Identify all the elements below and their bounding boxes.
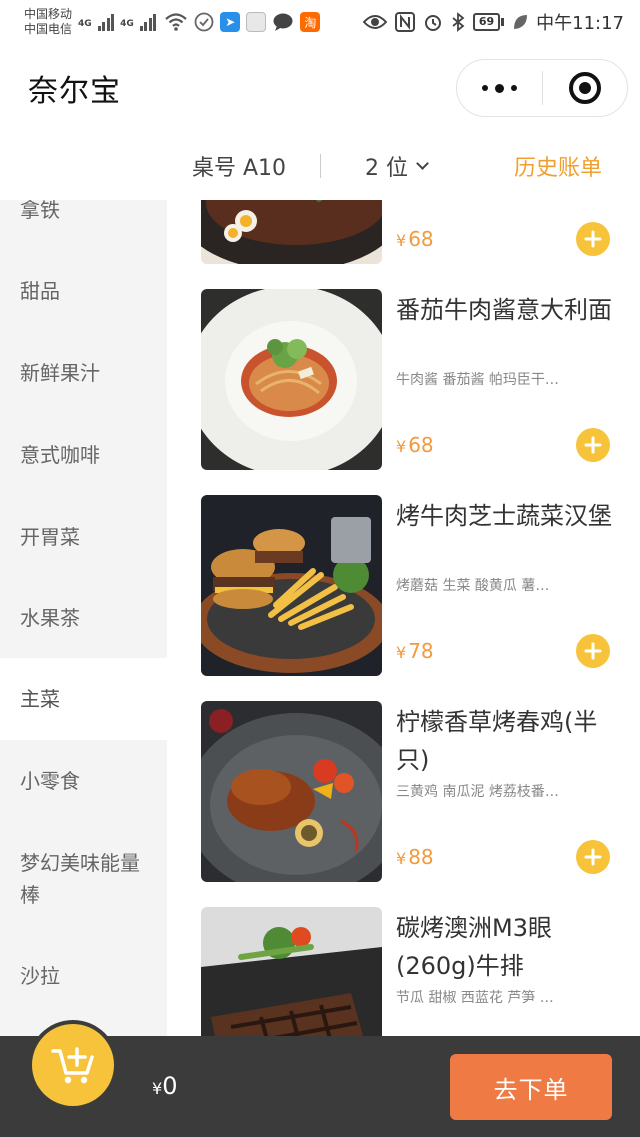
guest-count-selector[interactable]: 2 位 <box>365 150 429 182</box>
status-bar: 中国移动 中国电信 4G 4G ➤ 淘 69 中午11:17 <box>0 0 640 44</box>
category-item[interactable]: 意式咖啡 <box>0 414 167 496</box>
category-label: 新鲜果汁 <box>20 361 100 385</box>
category-label: 甜品 <box>20 279 60 303</box>
cart-button[interactable] <box>32 1024 114 1106</box>
category-item[interactable]: 沙拉 <box>0 936 167 1016</box>
notification-icons: ➤ 淘 <box>164 12 321 32</box>
app-notify-icon: ➤ <box>220 12 241 32</box>
category-sidebar: 拿铁 甜品 新鲜果汁 意式咖啡 开胃菜 水果茶 主菜 小零食 梦幻美味能量棒 沙… <box>0 200 167 1036</box>
category-item[interactable]: 小零食 <box>0 740 167 822</box>
dish-image <box>201 701 382 882</box>
place-order-button[interactable]: 去下单 <box>450 1054 612 1120</box>
dish-name: 柠檬香草烤春鸡(半只) <box>396 708 598 774</box>
dish-price: ¥68 <box>396 227 434 251</box>
dish-price: ¥88 <box>396 845 434 869</box>
category-item-active[interactable]: 主菜 <box>0 658 167 740</box>
category-label: 拿铁 <box>20 200 60 222</box>
dish-description: 牛肉酱 番茄酱 帕玛臣干… <box>396 372 559 388</box>
add-to-cart-button[interactable] <box>576 634 610 668</box>
dish-name: 碳烤澳洲M3眼(260g)牛排 <box>396 914 552 980</box>
dish-list: ¥68 番茄牛肉酱意大利面 牛肉酱 番茄酱 帕玛臣干… ¥68 烤牛肉芝士蔬菜汉… <box>167 200 640 1036</box>
dish-description: 节瓜 甜椒 西蓝花 芦笋 … <box>396 990 554 1006</box>
target-icon <box>568 72 601 104</box>
carrier-2: 中国电信 <box>24 22 73 36</box>
plus-icon <box>584 848 602 866</box>
plus-icon <box>584 436 602 454</box>
dot-icon <box>481 85 488 91</box>
network-type-1: 4G <box>78 19 92 29</box>
category-label: 小零食 <box>20 769 80 793</box>
dish-name: 烤牛肉芝士蔬菜汉堡 <box>396 502 612 530</box>
dish-image <box>201 907 382 1036</box>
add-to-cart-button[interactable] <box>576 222 610 256</box>
cart-total: ¥0 <box>152 1072 178 1100</box>
signal-icon <box>139 13 157 31</box>
category-label: 开胃菜 <box>20 525 80 549</box>
dish-image <box>201 200 382 264</box>
category-item[interactable]: 新鲜果汁 <box>0 332 167 414</box>
bluetooth-icon <box>452 12 465 32</box>
signal-indicators: 4G 4G <box>78 13 157 31</box>
dish-price: ¥68 <box>396 433 434 457</box>
mini-program-header: 奈尔宝 <box>0 44 640 132</box>
category-item[interactable]: 开胃菜 <box>0 496 167 578</box>
dish-name: 番茄牛肉酱意大利面 <box>396 296 612 324</box>
leaf-icon <box>514 15 528 29</box>
table-number: 桌号 A10 <box>192 156 287 181</box>
chevron-down-icon <box>416 156 429 170</box>
category-item[interactable]: 甜品 <box>0 250 167 332</box>
category-label: 沙拉 <box>20 964 60 988</box>
signal-icon <box>97 13 115 31</box>
plus-icon <box>584 230 602 248</box>
close-button[interactable] <box>543 60 628 116</box>
wifi-icon <box>165 13 188 31</box>
nfc-icon <box>394 12 415 32</box>
alarm-icon <box>424 15 441 31</box>
app-notify-icon <box>246 12 267 32</box>
carrier-1: 中国移动 <box>24 7 73 21</box>
category-label: 水果茶 <box>20 606 80 630</box>
dot-icon <box>510 85 517 91</box>
system-indicators: 69 中午11:17 <box>362 9 624 35</box>
dish-description: 三黄鸡 南瓜泥 烤荔枝番… <box>396 784 559 800</box>
category-item[interactable]: 梦幻美味能量棒 <box>0 822 167 936</box>
guest-count: 2 位 <box>365 156 408 181</box>
clock: 中午11:17 <box>536 13 624 34</box>
cart-bar: ¥0 去下单 <box>0 1020 640 1137</box>
cart-button-ring <box>28 1020 118 1110</box>
network-type-2: 4G <box>120 19 134 29</box>
more-button[interactable] <box>457 60 542 116</box>
history-bills-link[interactable]: 历史账单 <box>514 150 602 182</box>
check-circle-icon <box>194 12 214 32</box>
add-to-cart-button[interactable] <box>576 840 610 874</box>
dish-price: ¥78 <box>396 639 434 663</box>
dot-icon <box>494 83 504 93</box>
table-info-bar: 桌号 A10 2 位 历史账单 <box>0 132 640 200</box>
add-to-cart-button[interactable] <box>576 428 610 462</box>
category-label: 主菜 <box>20 687 60 711</box>
dish-image <box>201 495 382 676</box>
taobao-icon: 淘 <box>300 12 321 32</box>
cart-add-icon <box>51 1047 94 1084</box>
carrier-info: 中国移动 中国电信 <box>24 7 72 37</box>
eye-icon <box>362 15 387 29</box>
divider <box>320 154 321 178</box>
dish-image <box>201 289 382 470</box>
page-title: 奈尔宝 <box>28 74 121 109</box>
category-label: 梦幻美味能量棒 <box>20 851 140 907</box>
battery-icon: 69 <box>472 13 505 31</box>
battery-level: 69 <box>472 13 501 31</box>
chat-icon <box>273 13 293 31</box>
category-item[interactable]: 水果茶 <box>0 578 167 658</box>
plus-icon <box>584 642 602 660</box>
capsule-menu <box>456 59 628 117</box>
dish-description: 烤蘑菇 生菜 酸黄瓜 薯… <box>396 578 550 594</box>
category-label: 意式咖啡 <box>20 443 100 467</box>
category-item[interactable]: 拿铁 <box>0 200 167 230</box>
